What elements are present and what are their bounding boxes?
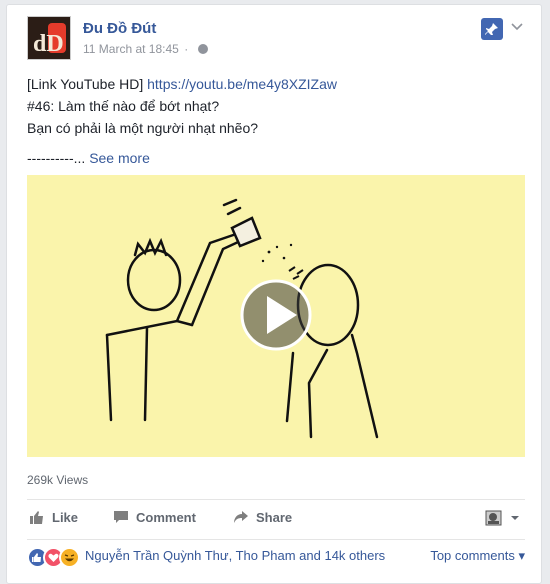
top-comments-dropdown[interactable]: Top comments ▾ — [430, 548, 525, 564]
chevron-down-icon — [511, 516, 519, 520]
page-name-link[interactable]: Đu Đồ Đút — [83, 20, 156, 37]
reactions-bar[interactable]: Nguyễn Trần Quỳnh Thư, Tho Pham and 14k … — [27, 545, 527, 569]
comment-icon — [114, 511, 128, 523]
divider — [27, 539, 525, 540]
comment-label: Comment — [136, 509, 196, 525]
reaction-names-link[interactable]: Nguyễn Trần Quỳnh Thư, Tho Pham and 14k … — [85, 548, 385, 563]
globe-icon — [197, 44, 208, 54]
post-card: dD Đu Đồ Đút 11 March at 18:45 · [Link Y… — [6, 4, 542, 584]
video-player[interactable] — [27, 175, 525, 457]
divider — [27, 499, 525, 500]
dashes-text: ----------... — [27, 150, 86, 166]
chevron-down-icon[interactable] — [511, 19, 523, 35]
action-bar: Like Comment Share — [27, 505, 525, 535]
youtube-link[interactable]: https://youtu.be/me4y8XZIZaw — [147, 76, 337, 92]
sticker-icon — [485, 510, 502, 526]
link-prefix: [Link YouTube HD] — [27, 76, 144, 92]
like-icon — [30, 511, 43, 524]
share-button[interactable]: Share — [233, 509, 292, 525]
view-count: 269k Views — [27, 473, 89, 487]
post-timestamp[interactable]: 11 March at 18:45 — [83, 42, 179, 56]
like-label: Like — [52, 509, 79, 525]
see-more-link[interactable]: See more — [89, 150, 150, 166]
like-button[interactable]: Like — [29, 509, 78, 525]
video-thumbnail — [27, 175, 525, 457]
post-text: [Link YouTube HD] https://youtu.be/me4y8… — [27, 73, 527, 169]
share-label: Share — [256, 509, 293, 525]
svg-text:dD: dD — [33, 31, 64, 57]
post-meta: 11 March at 18:45 · — [83, 42, 208, 56]
post-line-1: [Link YouTube HD] https://youtu.be/me4y8… — [27, 73, 527, 95]
post-line-2: #46: Làm thế nào để bớt nhạt? — [27, 98, 220, 114]
haha-reaction-icon — [59, 547, 80, 568]
avatar-logo-icon: dD — [28, 17, 70, 59]
pin-icon[interactable] — [481, 18, 503, 40]
post-line-3: Bạn có phải là một người nhạt nhẽo? — [27, 120, 259, 136]
share-icon — [234, 511, 248, 523]
play-icon[interactable] — [240, 279, 312, 351]
comment-button[interactable]: Comment — [113, 509, 196, 525]
page-avatar[interactable]: dD — [27, 16, 71, 60]
post-line-4: ----------... See more — [27, 147, 527, 169]
sticker-menu-button[interactable] — [485, 509, 520, 527]
